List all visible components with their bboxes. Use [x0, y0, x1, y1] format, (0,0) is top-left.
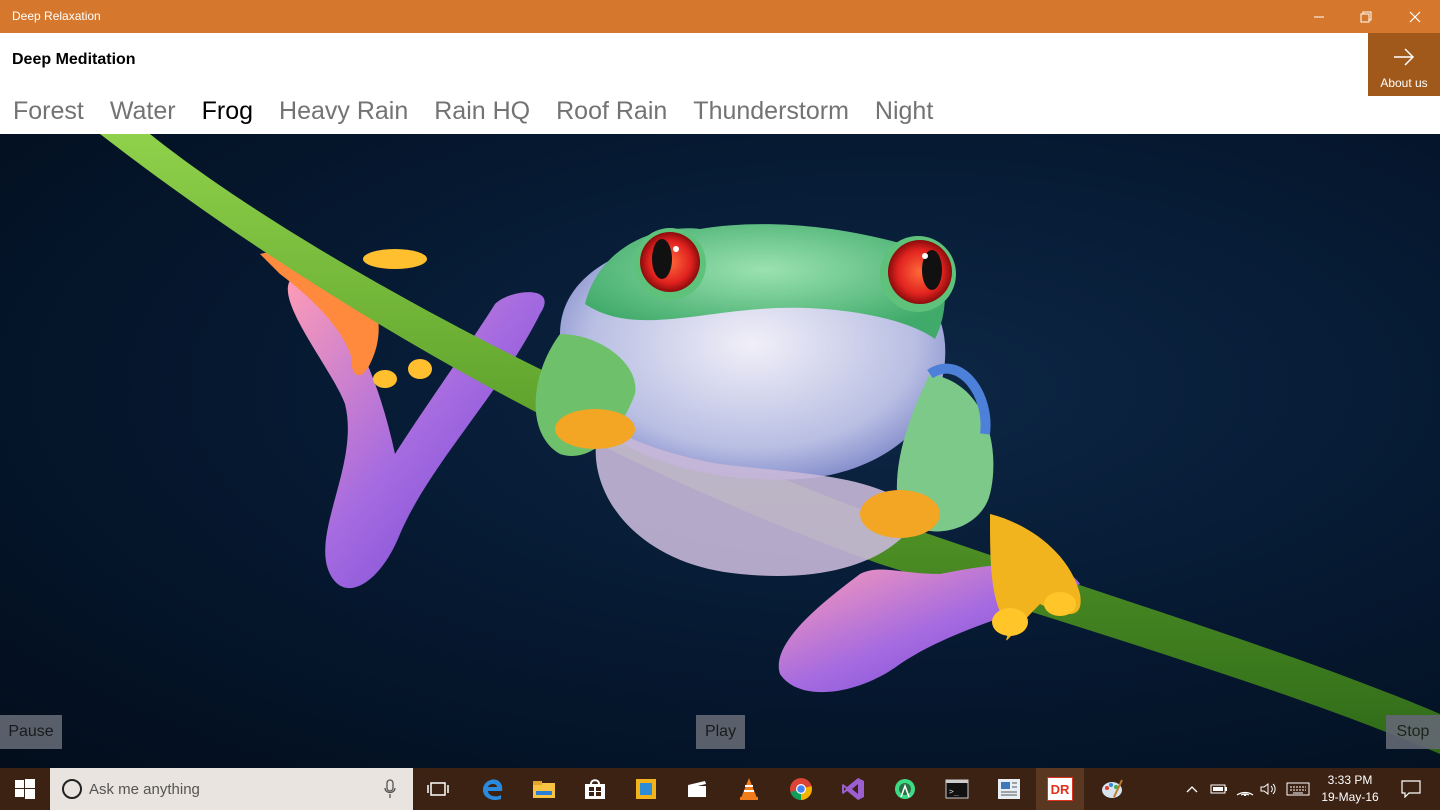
app-title: Deep Meditation: [12, 51, 136, 68]
search-placeholder: Ask me anything: [89, 781, 200, 798]
arrow-right-icon: [1394, 48, 1415, 66]
deep-relaxation-app-icon[interactable]: DR: [1036, 768, 1084, 810]
outlook-icon[interactable]: [622, 768, 670, 810]
chrome-icon[interactable]: [777, 768, 825, 810]
keyboard-icon[interactable]: [1284, 768, 1312, 810]
system-clock[interactable]: 3:33 PM 19-May-16: [1310, 772, 1390, 806]
command-prompt-icon[interactable]: >_: [933, 768, 981, 810]
task-view-icon[interactable]: [414, 768, 462, 810]
wifi-icon[interactable]: [1234, 768, 1256, 810]
tab-rain-hq[interactable]: Rain HQ: [421, 95, 543, 127]
visual-studio-icon[interactable]: [829, 768, 877, 810]
window-title: Deep Relaxation: [12, 9, 101, 23]
dr-tile: DR: [1047, 777, 1073, 801]
cortana-icon: [62, 779, 82, 799]
restore-icon: [1360, 11, 1372, 22]
start-button[interactable]: [0, 768, 50, 810]
battery-icon[interactable]: [1208, 768, 1230, 810]
video-editor-icon[interactable]: [673, 768, 721, 810]
svg-text:>_: >_: [949, 787, 959, 796]
file-explorer-icon[interactable]: [520, 768, 568, 810]
close-button[interactable]: [1392, 0, 1438, 33]
search-box[interactable]: Ask me anything: [50, 768, 413, 810]
play-button[interactable]: Play: [696, 715, 745, 749]
sound-tabs: Forest Water Frog Heavy Rain Rain HQ Roo…: [0, 95, 946, 127]
app-header: Deep Meditation Forest Water Frog Heavy …: [0, 33, 1440, 134]
clock-date: 19-May-16: [1321, 790, 1379, 804]
show-hidden-icons-button[interactable]: [1184, 768, 1200, 810]
title-bar: Deep Relaxation: [0, 0, 1440, 33]
stop-button[interactable]: Stop: [1386, 715, 1440, 749]
microphone-icon[interactable]: [384, 779, 396, 799]
tab-forest[interactable]: Forest: [0, 95, 97, 127]
store-icon[interactable]: [571, 768, 619, 810]
clock-time: 3:33 PM: [1327, 773, 1373, 787]
frog-illustration: [100, 134, 1440, 754]
tab-frog[interactable]: Frog: [189, 95, 266, 127]
paint-icon[interactable]: [1088, 768, 1136, 810]
windows-logo-icon: [15, 779, 35, 799]
tab-roof-rain[interactable]: Roof Rain: [543, 95, 680, 127]
android-studio-icon[interactable]: [881, 768, 929, 810]
about-us-button[interactable]: About us: [1368, 33, 1440, 96]
pause-button[interactable]: Pause: [0, 715, 62, 749]
action-center-button[interactable]: [1394, 768, 1428, 810]
tab-heavy-rain[interactable]: Heavy Rain: [266, 95, 421, 127]
minimize-icon: [1314, 16, 1324, 17]
tab-thunderstorm[interactable]: Thunderstorm: [680, 95, 862, 127]
vlc-icon[interactable]: [725, 768, 773, 810]
minimize-button[interactable]: [1296, 0, 1342, 33]
chevron-up-icon: [1186, 786, 1198, 793]
notifications-icon: [1401, 780, 1421, 798]
tab-water[interactable]: Water: [97, 95, 189, 127]
news-icon[interactable]: [985, 768, 1033, 810]
volume-icon[interactable]: [1258, 768, 1280, 810]
close-icon: [1409, 11, 1421, 22]
restore-button[interactable]: [1343, 0, 1389, 33]
tab-night[interactable]: Night: [862, 95, 946, 127]
frog-background-image: Pause Play Stop: [0, 134, 1440, 768]
about-us-label: About us: [1380, 76, 1428, 90]
edge-icon[interactable]: [469, 768, 517, 810]
taskbar: Ask me anything >_ DR 3:33 PM 19-May-16: [0, 768, 1440, 810]
